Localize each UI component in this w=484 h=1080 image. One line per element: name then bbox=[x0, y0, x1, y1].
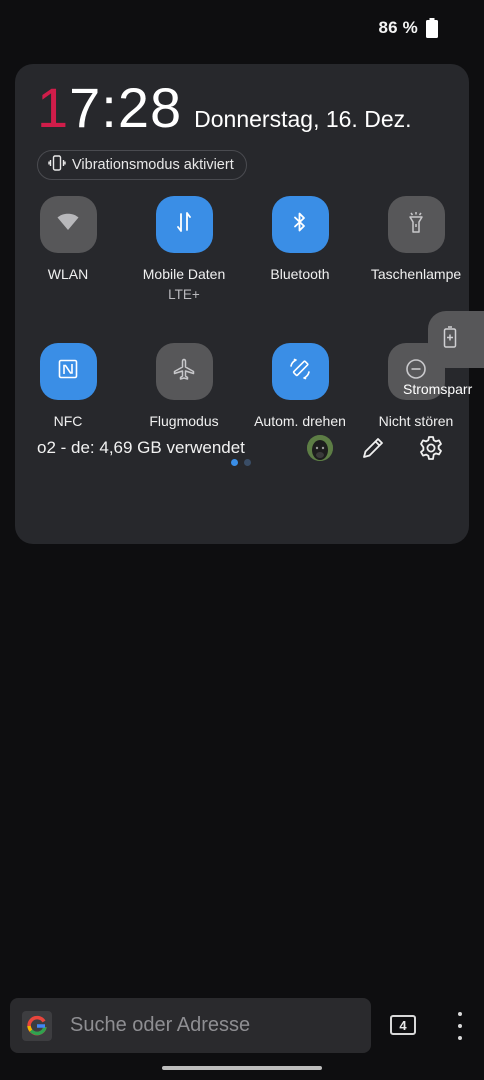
data-usage-text[interactable]: o2 - de: 4,69 GB verwendet bbox=[37, 438, 245, 458]
airplane-icon bbox=[173, 358, 195, 385]
bluetooth-toggle[interactable] bbox=[271, 196, 329, 253]
page-dot-active bbox=[231, 459, 238, 466]
quick-settings-panel: 17:28 Donnerstag, 16. Dez. Vibrationsmod… bbox=[15, 64, 469, 544]
tile-label: Flugmodus bbox=[149, 413, 219, 429]
browser-search-bar[interactable] bbox=[10, 998, 371, 1053]
wifi-icon bbox=[57, 213, 79, 236]
mobile-data-toggle[interactable] bbox=[155, 196, 213, 253]
tile-flashlight[interactable]: Taschenlampe bbox=[359, 196, 473, 282]
browser-menu-icon[interactable] bbox=[452, 1012, 468, 1040]
tab-switcher-button[interactable]: 4 bbox=[390, 1015, 416, 1035]
tile-wlan[interactable]: WLAN bbox=[11, 196, 125, 282]
battery-icon bbox=[426, 18, 438, 38]
dragged-tile-label: Stromsparr bbox=[403, 381, 473, 397]
tile-auto-rotate[interactable]: Autom. drehen bbox=[243, 343, 357, 429]
airplane-mode-toggle[interactable] bbox=[155, 343, 213, 400]
tile-airplane-mode[interactable]: Flugmodus bbox=[127, 343, 241, 429]
clock-date-row: 17:28 Donnerstag, 16. Dez. bbox=[37, 80, 412, 136]
user-avatar[interactable] bbox=[307, 435, 333, 461]
search-input[interactable] bbox=[68, 1013, 352, 1038]
battery-saver-icon bbox=[443, 326, 457, 353]
edit-pencil-icon[interactable] bbox=[360, 435, 386, 461]
mobile-data-icon bbox=[175, 212, 193, 237]
google-icon bbox=[22, 1010, 52, 1041]
bluetooth-icon bbox=[293, 212, 307, 237]
vibration-mode-label: Vibrationsmodus aktiviert bbox=[72, 157, 234, 173]
tile-label: Taschenlampe bbox=[370, 266, 462, 282]
tile-nfc[interactable]: NFC bbox=[11, 343, 125, 429]
auto-rotate-toggle[interactable] bbox=[271, 343, 329, 400]
tile-label: Bluetooth bbox=[270, 266, 330, 282]
home-gesture-bar[interactable] bbox=[162, 1066, 322, 1070]
flashlight-toggle[interactable] bbox=[387, 196, 445, 253]
page-dot bbox=[244, 459, 251, 466]
battery-percent: 86 % bbox=[378, 18, 418, 37]
vibration-mode-pill[interactable]: Vibrationsmodus aktiviert bbox=[37, 150, 247, 180]
tile-label: Autom. drehen bbox=[254, 413, 346, 429]
tile-label: WLAN bbox=[47, 266, 89, 282]
dragged-tile-battery-saver[interactable] bbox=[428, 311, 484, 368]
date[interactable]: Donnerstag, 16. Dez. bbox=[194, 106, 411, 133]
tile-mobile-data[interactable]: Mobile Daten LTE+ bbox=[127, 196, 241, 302]
vibrate-icon bbox=[48, 154, 66, 176]
tile-bluetooth[interactable]: Bluetooth bbox=[243, 196, 357, 282]
clock[interactable]: 17:28 bbox=[37, 80, 182, 136]
auto-rotate-icon bbox=[288, 357, 312, 386]
page-indicator bbox=[231, 459, 251, 466]
wlan-toggle[interactable] bbox=[39, 196, 97, 253]
tile-label: Mobile Daten bbox=[142, 266, 226, 282]
settings-gear-icon[interactable] bbox=[418, 435, 444, 461]
tile-label: NFC bbox=[53, 413, 83, 429]
status-bar: 86 % bbox=[378, 18, 438, 38]
nfc-icon bbox=[58, 359, 78, 384]
flashlight-icon bbox=[408, 211, 424, 238]
tile-sublabel: LTE+ bbox=[168, 287, 200, 302]
nfc-toggle[interactable] bbox=[39, 343, 97, 400]
tile-label: Nicht stören bbox=[378, 413, 454, 429]
